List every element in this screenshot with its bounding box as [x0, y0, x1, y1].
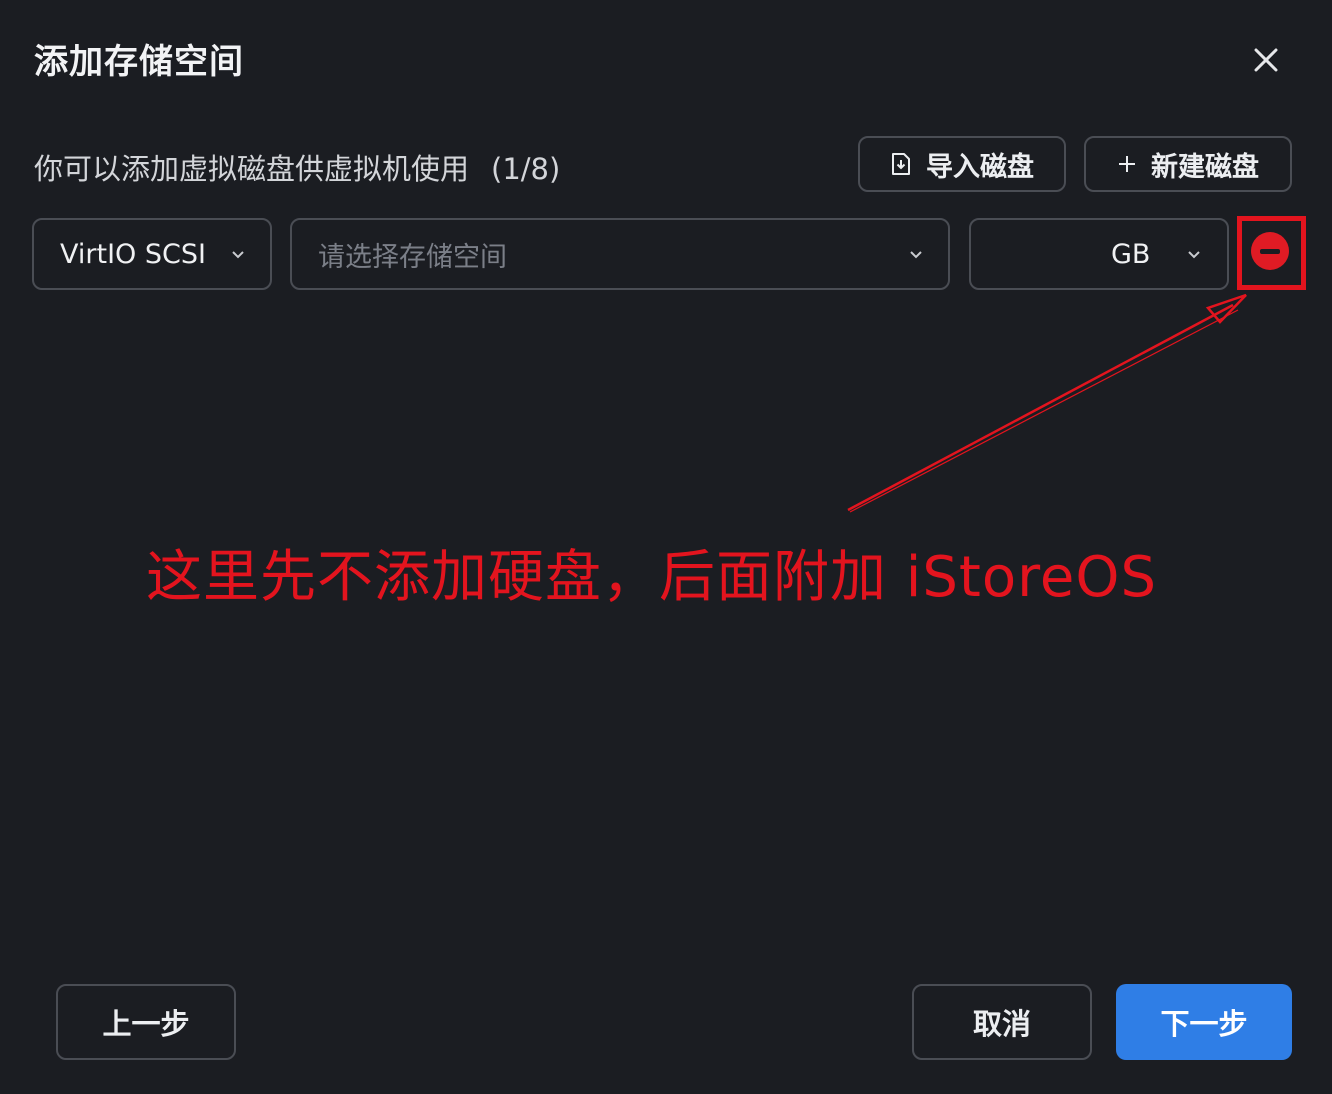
plus-icon: [1119, 156, 1135, 172]
chevron-down-icon: [910, 251, 922, 259]
chevron-down-icon: [232, 251, 244, 259]
dialog-title: 添加存储空间: [34, 42, 244, 82]
new-disk-button[interactable]: 新建磁盘: [1084, 136, 1292, 192]
import-disk-label: 导入磁盘: [926, 151, 1034, 183]
size-unit-value: GB: [1111, 238, 1151, 270]
storage-placeholder: 请选择存储空间: [318, 241, 507, 273]
bus-type-value: VirtIO SCSI: [60, 238, 206, 270]
size-unit-select[interactable]: GB: [969, 218, 1229, 290]
file-import-icon: [892, 153, 910, 175]
minus-circle-icon: [1260, 248, 1280, 254]
description-text: 你可以添加虚拟磁盘供虚拟机使用: [34, 152, 470, 186]
close-button[interactable]: [1246, 40, 1286, 80]
close-icon: [1254, 48, 1278, 72]
storage-select[interactable]: 请选择存储空间: [290, 218, 950, 290]
previous-step-button[interactable]: 上一步: [56, 984, 236, 1060]
cancel-button[interactable]: 取消: [912, 984, 1092, 1060]
new-disk-label: 新建磁盘: [1151, 151, 1259, 183]
next-step-button[interactable]: 下一步: [1116, 984, 1292, 1060]
add-storage-dialog: 添加存储空间 你可以添加虚拟磁盘供虚拟机使用 (1/8) 导入磁盘 新建磁盘 Vi…: [0, 0, 1332, 1094]
import-disk-button[interactable]: 导入磁盘: [858, 136, 1066, 192]
annotation-text: 这里先不添加硬盘，后面附加 iStoreOS: [146, 545, 1157, 610]
disk-count: (1/8): [491, 152, 561, 186]
bus-type-select[interactable]: VirtIO SCSI: [32, 218, 272, 290]
chevron-down-icon: [1188, 251, 1200, 259]
remove-disk-button[interactable]: [1251, 232, 1289, 270]
disk-description: 你可以添加虚拟磁盘供虚拟机使用 (1/8): [34, 146, 560, 188]
